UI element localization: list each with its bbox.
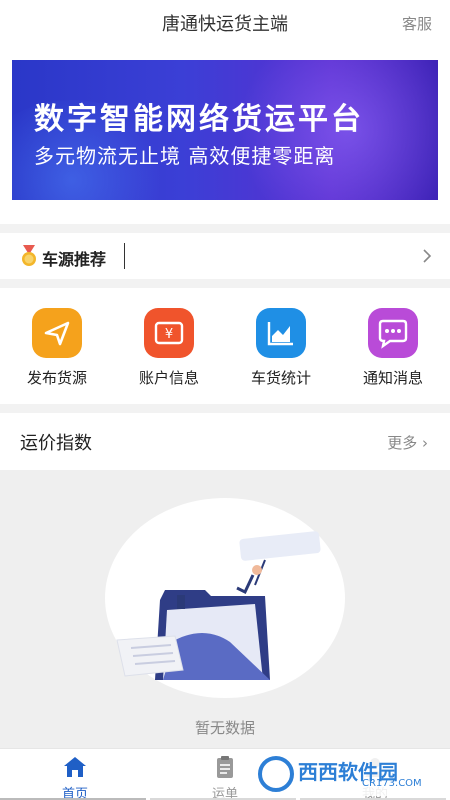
price-index-header: 运价指数 更多 › <box>0 413 450 470</box>
vehicle-recommend-label: 车源推荐 <box>42 250 107 269</box>
quick-action-notifications[interactable]: 通知消息 <box>348 304 438 394</box>
quick-actions: 发布货源 ¥ 账户信息 车货统计 通知消息 <box>0 288 450 404</box>
promo-banner[interactable]: 数字智能网络货运平台 多元物流无止境 高效便捷零距离 <box>12 60 438 200</box>
chat-bubble-icon <box>368 308 418 358</box>
watermark-logo-icon <box>258 756 294 792</box>
quick-action-label: 账户信息 <box>138 369 199 387</box>
chevron-right-icon: › <box>422 434 428 452</box>
home-icon <box>64 757 86 777</box>
site-watermark: 西西软件园 CR173.COM <box>252 750 432 796</box>
ticket-yuan-icon: ¥ <box>144 308 194 358</box>
vehicle-recommend-bar[interactable]: 车源推荐 <box>0 233 450 279</box>
tab-home[interactable]: 首页 <box>0 753 150 800</box>
customer-service-button[interactable]: 客服 <box>402 13 432 34</box>
watermark-subtext: CR173.COM <box>362 778 422 789</box>
svg-text:¥: ¥ <box>165 327 173 342</box>
clipboard-icon <box>217 756 233 778</box>
empty-state-text: 暂无数据 <box>194 719 255 737</box>
banner-headline: 数字智能网络货运平台 <box>34 102 364 137</box>
area-chart-icon <box>256 308 306 358</box>
empty-state: 暂无数据 <box>0 470 450 748</box>
quick-action-label: 发布货源 <box>26 369 87 387</box>
quick-action-vehicle-stats[interactable]: 车货统计 <box>236 304 326 394</box>
price-index-title: 运价指数 <box>20 433 92 454</box>
quick-action-publish-cargo[interactable]: 发布货源 <box>12 304 102 394</box>
banner-section: 数字智能网络货运平台 多元物流无止境 高效便捷零距离 <box>0 46 450 224</box>
divider <box>124 243 125 269</box>
chevron-right-icon[interactable] <box>418 247 436 265</box>
page-title: 唐通快运货主端 <box>162 14 288 35</box>
more-link[interactable]: 更多 › <box>387 432 428 453</box>
empty-folder-illustration <box>116 531 321 680</box>
app-header: 唐通快运货主端 客服 <box>0 0 450 46</box>
quick-action-account-info[interactable]: ¥ 账户信息 <box>124 304 214 394</box>
quick-action-label: 车货统计 <box>250 369 311 387</box>
medal-icon <box>22 245 36 266</box>
banner-subline: 多元物流无止境 高效便捷零距离 <box>34 144 336 168</box>
send-icon <box>32 308 82 358</box>
more-label: 更多 <box>387 434 418 452</box>
quick-action-label: 通知消息 <box>362 369 423 387</box>
